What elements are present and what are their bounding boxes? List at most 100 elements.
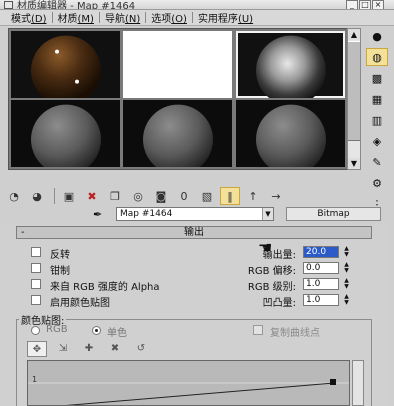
alpha-from-rgb-label: 来自 RGB 强度的 Alpha xyxy=(50,282,160,293)
rgb-radio[interactable] xyxy=(31,326,40,335)
sphere-preview xyxy=(30,35,101,98)
map-name-field[interactable]: Map #1464 xyxy=(116,207,274,221)
curve-toolbar: ✥ ⇲ ✚ ✖ ↺ xyxy=(27,340,187,358)
menu-bar: 模式(D) 材质(M) 导航(N) 选项(O) 实用程序(U) xyxy=(0,10,394,26)
option-row: 启用颜色贴图 凹凸量: 1.0 ▲ ▼ xyxy=(0,294,388,309)
rollout-header[interactable]: - 输出 xyxy=(16,226,372,239)
sphere-preview xyxy=(30,104,101,167)
spinner-icon[interactable]: ▲ ▼ xyxy=(342,262,351,274)
invert-checkbox[interactable] xyxy=(31,247,41,257)
material-id-channel-icon[interactable]: 0 xyxy=(174,187,194,205)
material-toolbar: ◔ ◕ ▣ ✖ ❐ ◎ ◙ 0 ▧ ‖ ↑ → xyxy=(4,186,356,206)
sphere-preview xyxy=(142,104,213,167)
output-amount-field[interactable]: 20.0 xyxy=(303,246,339,258)
copy-curve-points-checkbox[interactable] xyxy=(253,325,263,335)
spinner-icon[interactable]: ▲ ▼ xyxy=(342,246,351,258)
sphere-preview xyxy=(255,35,326,98)
bump-amount-label: 凹凸量: xyxy=(262,298,296,309)
put-to-library-icon[interactable]: ◙ xyxy=(151,187,171,205)
sample-slot-2[interactable] xyxy=(123,31,232,98)
maximize-button[interactable]: □ xyxy=(359,0,371,9)
go-to-parent-icon[interactable]: ↑ xyxy=(243,187,263,205)
show-map-in-viewport-icon[interactable]: ▧ xyxy=(197,187,217,205)
sample-slot-4[interactable] xyxy=(11,100,120,167)
reset-curves-icon[interactable]: ↺ xyxy=(131,341,151,357)
go-forward-to-sibling-icon[interactable]: → xyxy=(266,187,286,205)
map-name-row: ✒ Map #1464 ▼ Bitmap xyxy=(0,207,394,223)
rgb-offset-label: RGB 偏移: xyxy=(247,266,296,277)
copy-curve-points-label: 复制曲线点 xyxy=(270,328,320,339)
alpha-from-rgb-checkbox[interactable] xyxy=(31,279,41,289)
make-unique-icon[interactable]: ◎ xyxy=(128,187,148,205)
option-row: 反转 输出量: 20.0 ▲ ▼ xyxy=(0,246,388,261)
invert-label: 反转 xyxy=(50,250,70,261)
curve-svg xyxy=(28,379,349,405)
slots-scrollbar[interactable]: ▲ ▼ xyxy=(347,28,361,170)
rgb-level-label: RGB 级别: xyxy=(247,282,296,293)
color-map-graph[interactable]: 1 xyxy=(27,360,350,406)
menu-material[interactable]: 材质(M) xyxy=(53,10,99,25)
scale-point-icon[interactable]: ⇲ xyxy=(53,341,73,357)
menu-utilities[interactable]: 实用程序(U) xyxy=(193,10,258,25)
sphere-preview xyxy=(255,104,326,167)
make-preview-icon[interactable]: ◈ xyxy=(366,132,388,150)
toolbar-separator xyxy=(54,188,55,204)
get-material-icon[interactable]: ◔ xyxy=(4,187,24,205)
minimize-button[interactable]: _ xyxy=(346,0,358,9)
sample-uv-tiling-icon[interactable]: ▦ xyxy=(366,90,388,108)
graph-axis-marker: 1 xyxy=(32,375,38,384)
delete-point-icon[interactable]: ✖ xyxy=(105,341,125,357)
add-point-icon[interactable]: ✚ xyxy=(79,341,99,357)
sample-slot-6[interactable] xyxy=(236,100,345,167)
backlight-icon[interactable]: ◍ xyxy=(366,48,388,66)
menu-navigation[interactable]: 导航(N) xyxy=(100,10,145,25)
scroll-thumb[interactable] xyxy=(348,41,360,141)
sample-slots xyxy=(8,28,356,170)
eyedropper-icon[interactable]: ✒ xyxy=(93,208,102,221)
checker-background-icon[interactable]: ▩ xyxy=(366,69,388,87)
rollout-title: 输出 xyxy=(184,227,204,238)
right-toolbar: ● ◍ ▩ ▦ ▥ ◈ ✎ ⚙ ⋮ xyxy=(366,27,390,216)
curve-line xyxy=(65,382,335,405)
enable-color-map-checkbox[interactable] xyxy=(31,295,41,305)
title-bar: 材质编辑器 - Map #1464 _ □ × xyxy=(0,0,394,10)
assign-to-selection-icon[interactable]: ▣ xyxy=(59,187,79,205)
sample-slot-5[interactable] xyxy=(123,100,232,167)
reset-map-icon[interactable]: ✖ xyxy=(82,187,102,205)
move-icon[interactable]: ✥ xyxy=(27,341,47,357)
menu-options[interactable]: 选项(O) xyxy=(146,10,192,25)
sample-type-icon[interactable]: ● xyxy=(366,27,388,45)
rgb-radio-label: RGB xyxy=(46,324,68,335)
spinner-icon[interactable]: ▲ ▼ xyxy=(342,278,351,290)
copy-material-icon[interactable]: ❐ xyxy=(105,187,125,205)
enable-color-map-label: 启用颜色贴图 xyxy=(50,298,110,309)
option-row: 钳制 RGB 偏移: 0.0 ▲ ▼ xyxy=(0,262,388,277)
video-color-check-icon[interactable]: ▥ xyxy=(366,111,388,129)
mono-radio-label: 单色 xyxy=(107,328,127,339)
app-icon xyxy=(4,1,13,9)
sample-slot-1[interactable] xyxy=(11,31,120,98)
window-title: 材质编辑器 - Map #1464 xyxy=(17,1,136,10)
map-type-button[interactable]: Bitmap xyxy=(286,207,381,221)
close-button[interactable]: × xyxy=(372,0,384,9)
clamp-checkbox[interactable] xyxy=(31,263,41,273)
select-by-material-icon[interactable]: ⚙ xyxy=(366,174,388,192)
chevron-down-icon[interactable]: ▼ xyxy=(262,208,273,220)
clamp-label: 钳制 xyxy=(50,266,70,277)
curve-point xyxy=(330,379,336,385)
graph-scrollbar[interactable] xyxy=(352,360,364,406)
bump-amount-field[interactable]: 1.0 xyxy=(303,294,339,306)
put-to-scene-icon[interactable]: ◕ xyxy=(27,187,47,205)
mono-radio[interactable] xyxy=(92,326,101,335)
rgb-offset-field[interactable]: 0.0 xyxy=(303,262,339,274)
show-end-result-icon[interactable]: ‖ xyxy=(220,187,240,205)
spinner-icon[interactable]: ▲ ▼ xyxy=(342,294,351,306)
sphere-preview xyxy=(142,35,213,98)
collapse-icon: - xyxy=(21,227,25,238)
menu-mode[interactable]: 模式(D) xyxy=(6,10,52,25)
scroll-up-icon[interactable]: ▲ xyxy=(348,29,360,40)
options-icon[interactable]: ✎ xyxy=(366,153,388,171)
rgb-level-field[interactable]: 1.0 xyxy=(303,278,339,290)
scroll-down-icon[interactable]: ▼ xyxy=(348,158,360,169)
sample-slot-3[interactable] xyxy=(236,31,345,98)
